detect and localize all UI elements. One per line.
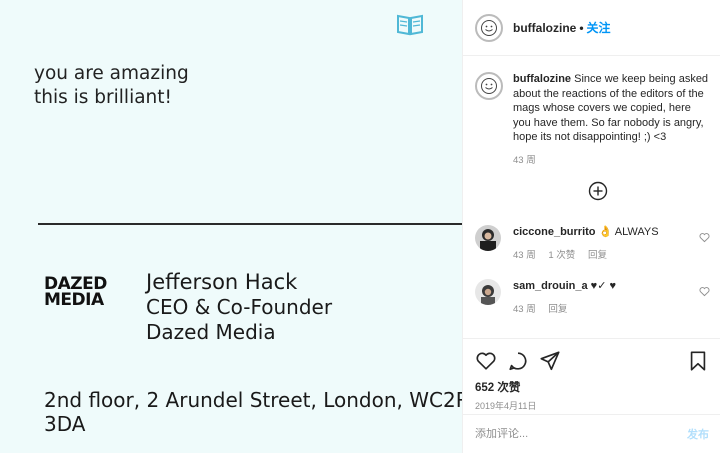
open-book-icon	[397, 14, 423, 36]
post-date[interactable]: 2019年4月11日	[475, 399, 709, 412]
follow-button[interactable]: 关注	[587, 19, 611, 36]
avatar[interactable]	[475, 279, 501, 305]
contact-role: CEO & Co-Founder	[146, 295, 333, 319]
logo-line-2: MEDIA	[44, 290, 104, 310]
post-sidebar: buffalozine • 关注 buffalozine Since we ke…	[462, 0, 720, 453]
like-comment-heart-icon[interactable]	[699, 286, 710, 297]
bookmark-icon[interactable]	[687, 350, 709, 372]
comment-likes[interactable]: 1 次赞	[548, 250, 575, 261]
post-image[interactable]: you are amazing this is brilliant! DAZED…	[0, 0, 462, 453]
comment-body: ♥✓ ♥	[590, 280, 616, 292]
post-comment-button[interactable]: 发布	[687, 426, 709, 442]
comment-time[interactable]: 43 周	[513, 250, 536, 261]
add-comment-bar: 发布	[463, 414, 720, 453]
user-photo-icon	[475, 279, 501, 305]
post-header: buffalozine • 关注	[463, 0, 720, 56]
comment-icon[interactable]	[507, 350, 529, 372]
caption: buffalozine Since we keep being asked ab…	[475, 72, 711, 145]
smiley-logo-icon	[481, 19, 497, 36]
comment-meta: 43 周 1 次赞 回复	[513, 247, 659, 261]
caption-text: buffalozine Since we keep being asked ab…	[513, 72, 711, 145]
contact-company: Dazed Media	[146, 320, 276, 344]
caption-avatar[interactable]	[475, 72, 503, 100]
avatar[interactable]	[475, 13, 503, 42]
reply-button[interactable]: 回复	[548, 304, 567, 315]
avatar[interactable]	[475, 225, 501, 251]
address-line-1: 2nd floor, 2 Arundel Street, London, WC2…	[44, 388, 462, 412]
user-photo-icon	[475, 225, 501, 251]
contact-block: Jefferson Hack CEO & Co-Founder Dazed Me…	[146, 270, 332, 345]
comment-body: 👌 ALWAYS	[598, 226, 659, 238]
comment-input[interactable]	[475, 428, 687, 440]
separator-dot: •	[579, 20, 584, 35]
comment-text: sam_drouin_a ♥✓ ♥	[513, 279, 616, 293]
comment-time[interactable]: 43 周	[513, 304, 536, 315]
heart-icon[interactable]	[475, 350, 497, 372]
quote-line-1: you are amazing	[34, 63, 189, 84]
reply-button[interactable]: 回复	[588, 250, 607, 261]
comment-item: ciccone_burrito 👌 ALWAYS 43 周 1 次赞 回复	[475, 225, 715, 261]
comment-username[interactable]: ciccone_burrito	[513, 226, 596, 238]
contact-name: Jefferson Hack	[146, 270, 298, 294]
comment-item: sam_drouin_a ♥✓ ♥ 43 周 回复	[475, 279, 715, 315]
divider	[38, 223, 462, 225]
caption-time[interactable]: 43 周	[513, 152, 536, 166]
like-comment-heart-icon[interactable]	[699, 232, 710, 243]
dazed-media-logo: DAZED MEDIA	[44, 276, 107, 310]
quote-text: you are amazing this is brilliant!	[34, 62, 189, 110]
address-line-2: 3DA	[44, 412, 86, 436]
smiley-logo-icon	[481, 78, 497, 94]
comment-text: ciccone_burrito 👌 ALWAYS	[513, 225, 659, 239]
comment-meta: 43 周 回复	[513, 301, 616, 315]
load-more-comments-icon[interactable]	[588, 181, 608, 201]
quote-line-2: this is brilliant!	[34, 87, 172, 108]
header-username[interactable]: buffalozine	[513, 21, 576, 35]
caption-username[interactable]: buffalozine	[513, 73, 571, 85]
likes-count[interactable]: 652 次赞	[475, 379, 709, 395]
share-icon[interactable]	[539, 350, 561, 372]
address-block: 2nd floor, 2 Arundel Street, London, WC2…	[44, 388, 462, 436]
comment-username[interactable]: sam_drouin_a	[513, 280, 588, 292]
